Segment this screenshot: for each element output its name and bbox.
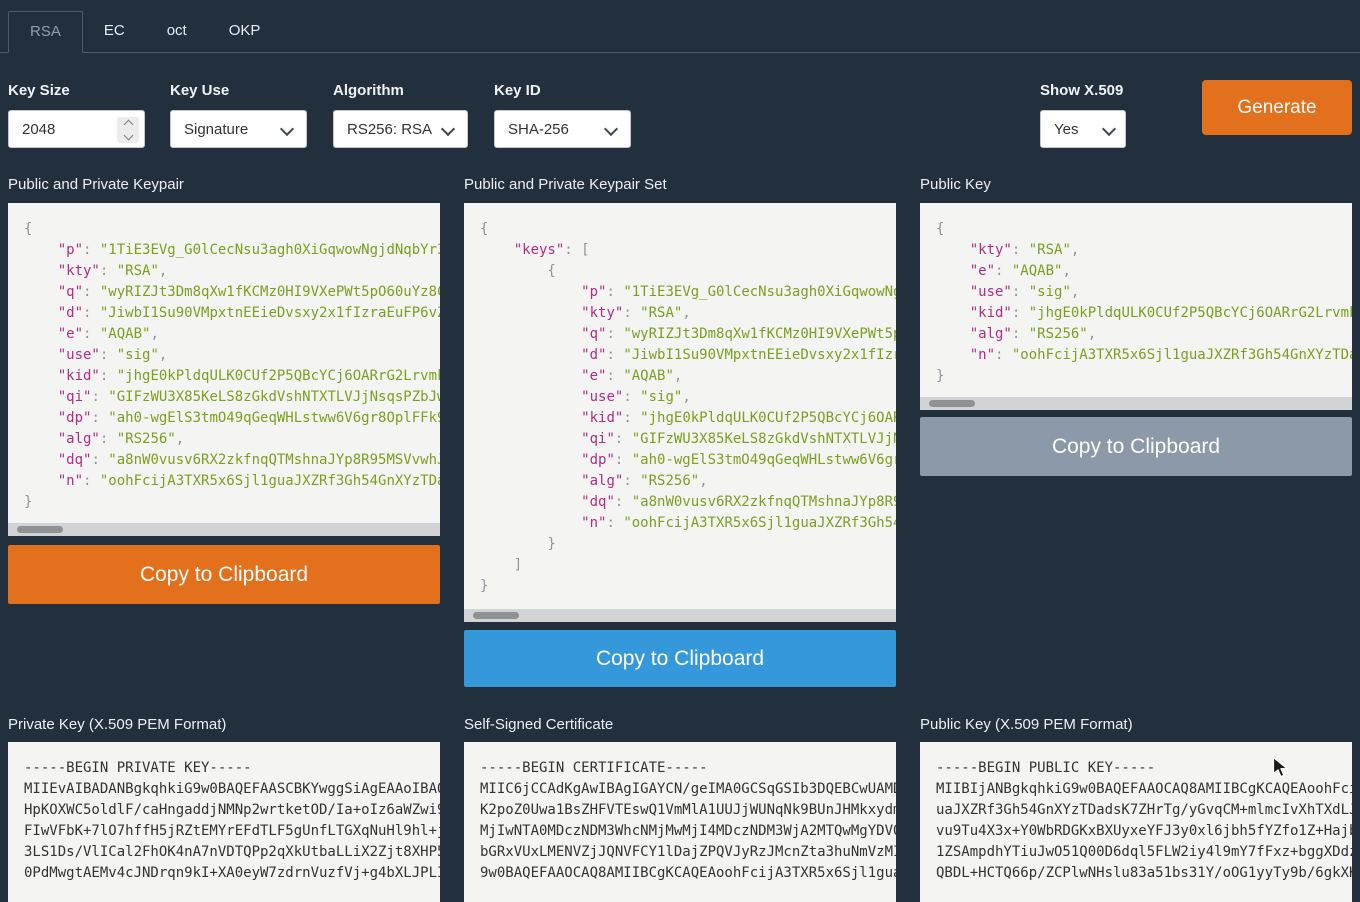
show-x509-value: Yes: [1054, 121, 1078, 138]
tab-ec[interactable]: EC: [83, 11, 146, 53]
certificate-code: -----BEGIN CERTIFICATE----- MIIC6jCCAdKg…: [464, 742, 896, 884]
private-pem-panel-title: Private Key (X.509 PEM Format): [8, 716, 226, 733]
show-x509-select[interactable]: Yes: [1040, 110, 1126, 148]
horizontal-scrollbar[interactable]: [920, 397, 1352, 410]
keypair-set-json-block: { "keys": [ { "p": "1TiE3EVg_G0lCecNsu3a…: [464, 203, 896, 622]
keypair-json-block: { "p": "1TiE3EVg_G0lCecNsu3agh0XiGqwowNg…: [8, 203, 440, 536]
public-key-json-block: { "kty": "RSA", "e": "AQAB", "use": "sig…: [920, 203, 1352, 410]
scrollbar-thumb[interactable]: [17, 526, 63, 533]
horizontal-scrollbar[interactable]: [8, 523, 440, 536]
key-use-label: Key Use: [170, 82, 229, 99]
chevron-down-icon: [441, 122, 455, 136]
algorithm-label: Algorithm: [333, 82, 404, 99]
key-size-label: Key Size: [8, 82, 70, 99]
key-id-label: Key ID: [494, 82, 541, 99]
scrollbar-thumb[interactable]: [473, 612, 519, 619]
keypair-set-panel-title: Public and Private Keypair Set: [464, 176, 667, 193]
public-pem-panel-title: Public Key (X.509 PEM Format): [920, 716, 1133, 733]
public-pem-block: -----BEGIN PUBLIC KEY----- MIIBIjANBgkqh…: [920, 742, 1352, 902]
horizontal-scrollbar[interactable]: [464, 609, 896, 622]
certificate-block: -----BEGIN CERTIFICATE----- MIIC6jCCAdKg…: [464, 742, 896, 902]
key-size-field[interactable]: [8, 110, 145, 148]
copy-keypair-button[interactable]: Copy to Clipboard: [8, 545, 440, 604]
public-key-json-code: { "kty": "RSA", "e": "AQAB", "use": "sig…: [920, 203, 1352, 387]
private-pem-code: -----BEGIN PRIVATE KEY----- MIIEvAIBADAN…: [8, 742, 440, 884]
algorithm-value: RS256: RSA: [347, 121, 432, 138]
tab-okp[interactable]: OKP: [208, 11, 282, 53]
spinner-up-icon[interactable]: [123, 120, 133, 130]
number-spinner[interactable]: [117, 117, 139, 143]
key-id-value: SHA-256: [508, 121, 569, 138]
key-type-tabbar: RSA EC oct OKP: [0, 11, 1360, 53]
tab-oct[interactable]: oct: [146, 11, 208, 53]
key-use-value: Signature: [184, 121, 248, 138]
show-x509-label: Show X.509: [1040, 82, 1123, 99]
chevron-down-icon: [1102, 122, 1116, 136]
chevron-down-icon: [604, 122, 618, 136]
key-use-select[interactable]: Signature: [170, 110, 307, 148]
public-key-panel-title: Public Key: [920, 176, 991, 193]
private-pem-block: -----BEGIN PRIVATE KEY----- MIIEvAIBADAN…: [8, 742, 440, 902]
spinner-down-icon[interactable]: [123, 131, 133, 141]
chevron-down-icon: [280, 122, 294, 136]
copy-keypair-set-button[interactable]: Copy to Clipboard: [464, 630, 896, 687]
certificate-panel-title: Self-Signed Certificate: [464, 716, 613, 733]
key-id-select[interactable]: SHA-256: [494, 110, 631, 148]
keypair-json-code: { "p": "1TiE3EVg_G0lCecNsu3agh0XiGqwowNg…: [8, 203, 440, 513]
algorithm-select[interactable]: RS256: RSA: [333, 110, 468, 148]
keypair-panel-title: Public and Private Keypair: [8, 176, 184, 193]
keypair-set-json-code: { "keys": [ { "p": "1TiE3EVg_G0lCecNsu3a…: [464, 203, 896, 597]
scrollbar-thumb[interactable]: [929, 400, 975, 407]
public-pem-code: -----BEGIN PUBLIC KEY----- MIIBIjANBgkqh…: [920, 742, 1352, 884]
tab-rsa[interactable]: RSA: [8, 11, 83, 53]
copy-public-key-button[interactable]: Copy to Clipboard: [920, 417, 1352, 476]
generate-button[interactable]: Generate: [1202, 80, 1352, 135]
